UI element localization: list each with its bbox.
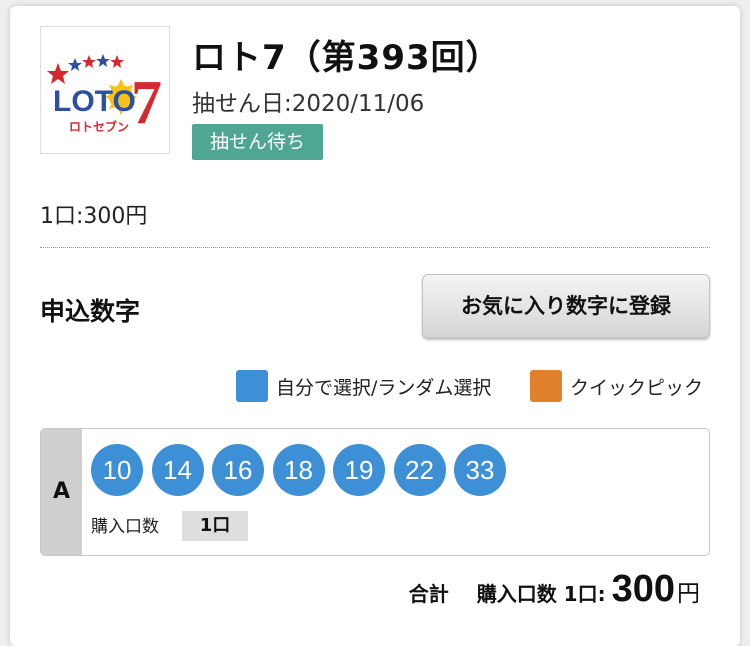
purchase-count-value: 1口 (182, 511, 248, 541)
page-title: ロト7（第393回） (192, 38, 501, 78)
number-ball: 22 (393, 444, 446, 496)
add-favorite-numbers-button[interactable]: お気に入り数字に登録 (422, 274, 710, 338)
number-ball: 19 (333, 444, 385, 496)
svg-text:ロトセブン: ロトセブン (69, 119, 129, 134)
svg-text:7: 7 (131, 69, 162, 137)
status-badge: 抽せん待ち (192, 124, 324, 160)
legend-blue-swatch (236, 370, 268, 402)
row-label: A (41, 429, 82, 555)
divider (40, 247, 710, 248)
loto7-logo: LOTO 7 ロトセブン (40, 26, 170, 154)
total-summary: 合計 購入口数 1口: 300 円 (409, 568, 700, 611)
number-ball: 16 (212, 444, 264, 496)
number-ball: 33 (454, 444, 506, 496)
number-ball: 14 (151, 444, 204, 496)
total-label: 合計 (408, 582, 449, 606)
loto7-logo-icon: LOTO 7 ロトセブン (47, 54, 162, 137)
number-ball: 18 (272, 444, 325, 496)
unit-price: 1口:300円 (40, 204, 148, 229)
legend-self-select: 自分で選択/ランダム選択 (236, 370, 491, 402)
number-balls: 10 14 16 18 19 22 33 (91, 444, 515, 496)
section-title: 申込数字 (40, 297, 141, 326)
entry-row-a: A 10 14 16 18 19 22 33 購入口数 1口 (40, 428, 710, 556)
total-currency: 円 (677, 581, 700, 607)
purchase-count-label: 購入口数 (91, 517, 159, 537)
legend-orange-swatch (530, 370, 562, 402)
legend-quick-pick: クイックピック (530, 370, 703, 402)
total-count: 購入口数 1口: (476, 582, 606, 606)
svg-text:LOTO: LOTO (53, 85, 136, 118)
purchase-card: LOTO 7 ロトセブン ロト7（第393回） 抽せん日:2020/11/06 … (10, 6, 740, 646)
draw-date: 抽せん日:2020/11/06 (192, 91, 425, 117)
legend-self-select-label: 自分で選択/ランダム選択 (276, 376, 492, 399)
total-amount: 300 (611, 568, 675, 610)
legend-quick-pick-label: クイックピック (570, 376, 704, 399)
number-ball: 10 (91, 444, 143, 496)
